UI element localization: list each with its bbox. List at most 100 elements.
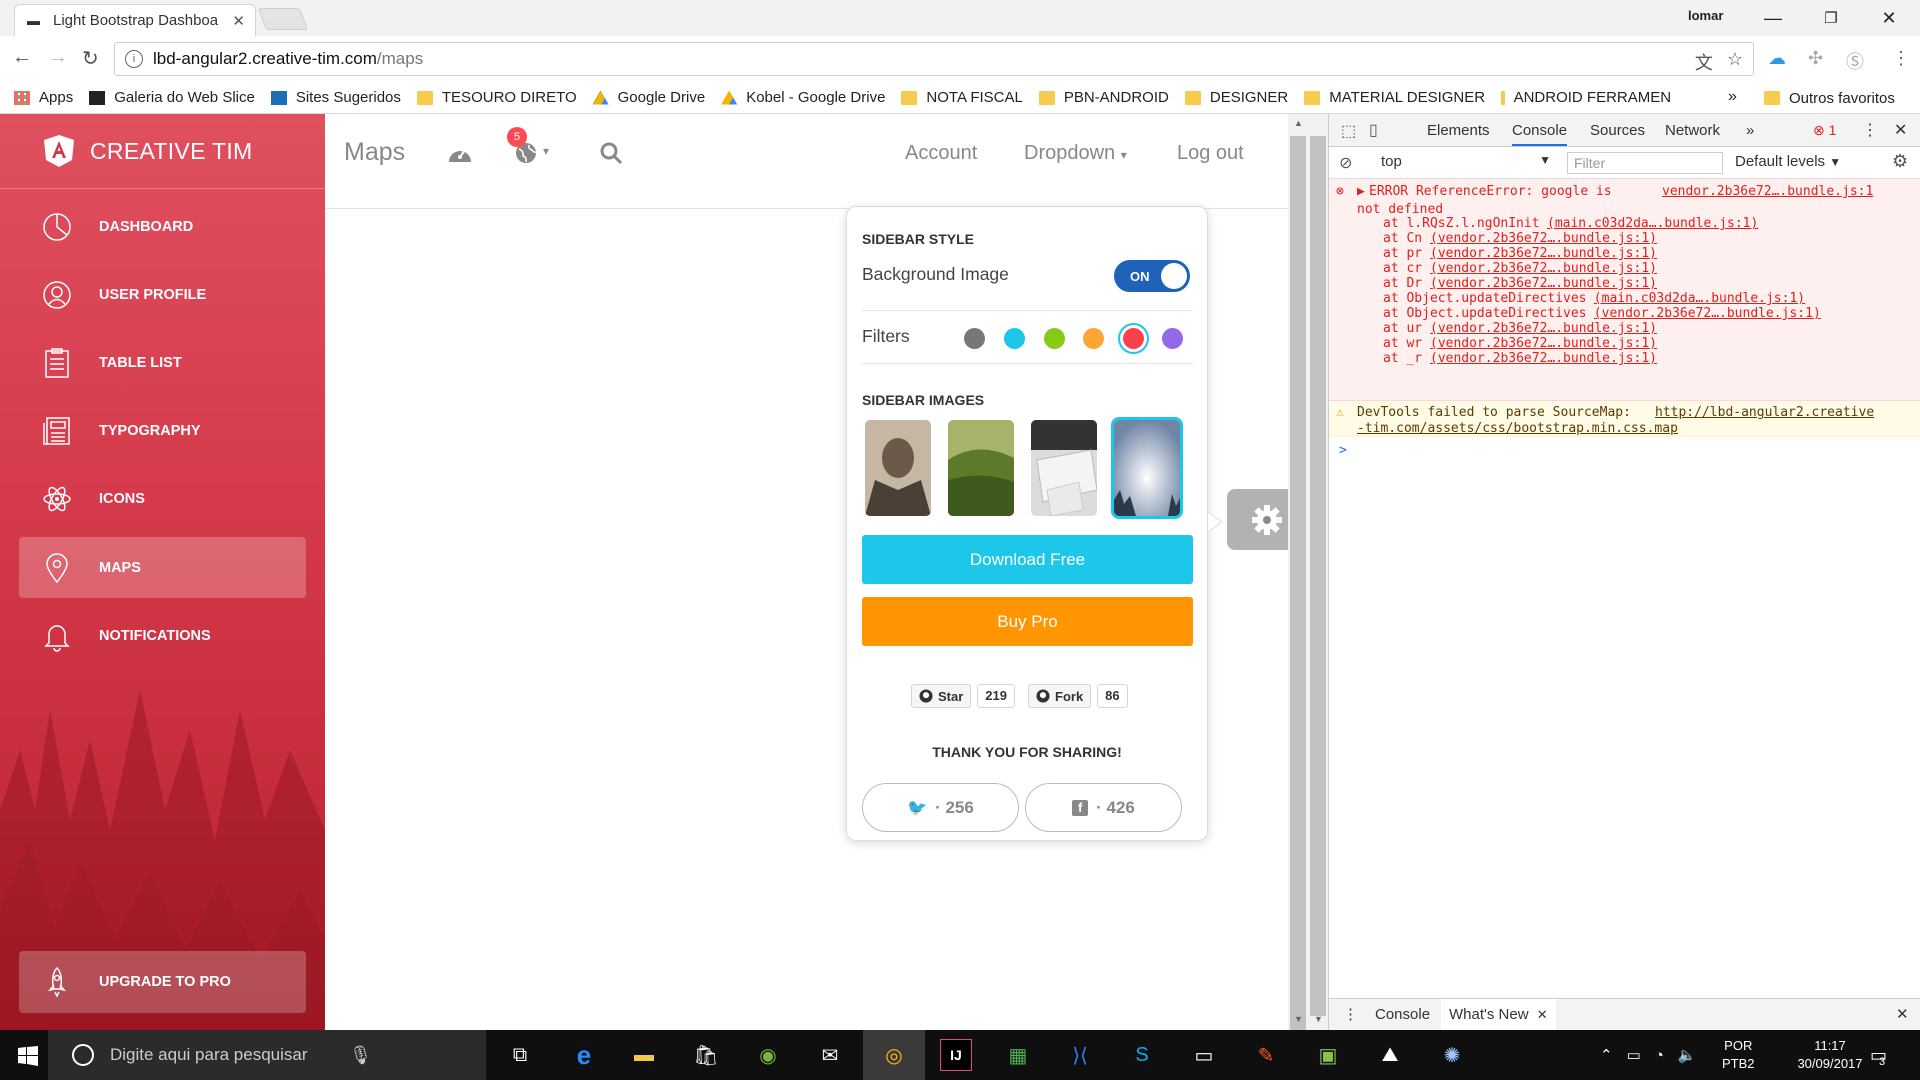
github-star-widget[interactable]: Star 219 [911,684,1015,708]
network-app-icon[interactable]: ✺ [1436,1039,1468,1071]
spreadsheet-icon[interactable]: ▦ [1002,1039,1034,1071]
windows-start-icon[interactable] [18,1046,38,1066]
sidebar-item-user-profile[interactable]: USER PROFILE [19,264,306,325]
bookmark-web-slice[interactable]: Galeria do Web Slice [89,89,255,106]
bookmark-tesouro[interactable]: TESOURO DIRETO [416,89,577,106]
stack-frame-link[interactable]: (main.c03d2da….bundle.js:1) [1547,216,1758,231]
search-icon[interactable] [599,141,623,165]
error-counter[interactable]: ⊗ 1 [1813,122,1836,139]
download-free-button[interactable]: Download Free [862,535,1193,584]
close-window-icon[interactable]: ✕ [1860,4,1918,32]
bookmark-android-ferramentas[interactable]: ANDROID FERRAMEN [1501,89,1671,106]
close-tab-icon[interactable]: ✕ [1537,1007,1548,1022]
action-center-button[interactable]: ▭ 3 [1870,1030,1887,1080]
drawer-tab-whats-new[interactable]: What's New ✕ [1441,999,1556,1031]
caret-down-icon[interactable]: ▾ [543,144,549,158]
scroll-down-icon[interactable]: ▼ [1294,1014,1303,1024]
filter-azure[interactable] [1004,328,1025,349]
stack-frame-link[interactable]: (vendor.2b36e72….bundle.js:1) [1430,276,1657,291]
info-icon[interactable]: i [125,50,143,68]
logout-link[interactable]: Log out [1177,142,1244,165]
error-source-link[interactable]: vendor.2b36e72….bundle.js:1 [1662,184,1873,199]
scrollbar-thumb[interactable] [1310,136,1326,1016]
bookmark-apps[interactable]: Apps [14,89,73,106]
cloud-extension-icon[interactable]: ☁ [1768,48,1786,69]
vscode-icon[interactable]: ⟩⟨ [1064,1039,1096,1071]
url-input[interactable]: i lbd-angular2.creative-tim.com/maps 文 ☆ [114,42,1754,76]
store-icon[interactable]: 🛍 [690,1039,722,1071]
device-toolbar-icon[interactable]: ▯ [1369,120,1378,140]
twitter-share-button[interactable]: 🐦 · 256 [862,783,1019,832]
intellij-icon[interactable]: IJ [940,1039,972,1071]
sourcemap-link[interactable]: http://lbd-angular2.creative [1655,405,1874,420]
forward-icon[interactable]: → [48,46,68,69]
new-tab-button[interactable] [257,8,309,30]
sourcemap-link-cont[interactable]: -tim.com/assets/css/bootstrap.min.css.ma… [1357,421,1678,436]
photos-icon[interactable]: ⛰ [1374,1039,1406,1071]
network-icon[interactable]: ◔ [1655,1047,1664,1064]
tab-elements[interactable]: Elements [1427,122,1490,139]
drawer-menu-icon[interactable]: ⋮ [1343,1005,1358,1023]
chrome-menu-icon[interactable]: ⋮ [1892,48,1910,69]
github-fork-widget[interactable]: Fork 86 [1028,684,1128,708]
bookmark-google-drive[interactable]: Google Drive [592,89,705,106]
clock[interactable]: 11:17 30/09/2017 [1790,1030,1870,1080]
stack-frame-link[interactable]: (vendor.2b36e72….bundle.js:1) [1430,351,1657,366]
restore-icon[interactable]: ❐ [1802,4,1860,32]
browser-tab[interactable]: ▬ Light Bootstrap Dashboa ✕ [14,4,256,36]
close-drawer-icon[interactable]: ✕ [1896,1005,1909,1023]
stack-frame-link[interactable]: (vendor.2b36e72….bundle.js:1) [1430,261,1657,276]
clear-console-icon[interactable]: ⊘ [1339,153,1352,173]
facebook-share-button[interactable]: f · 426 [1025,783,1182,832]
dropdown-link[interactable]: Dropdown ▾ [1024,142,1127,165]
back-icon[interactable]: ← [12,46,32,69]
bookmark-star-icon[interactable]: ☆ [1727,49,1743,75]
sidebar-item-icons[interactable]: ICONS [19,468,306,529]
bookmark-sites[interactable]: Sites Sugeridos [270,89,401,106]
filter-orange[interactable] [1083,328,1104,349]
sidebar-image-thumbnail-1[interactable] [862,417,934,519]
mail-icon[interactable]: ✉ [814,1039,846,1071]
input-language[interactable]: POR PTB2 [1722,1030,1755,1080]
dashboard-gauge-icon[interactable] [447,142,473,164]
chrome-icon[interactable]: ◎ [878,1039,910,1071]
log-levels-select[interactable]: Default levels ▼ [1735,153,1841,170]
scroll-up-icon[interactable]: ▲ [1294,118,1303,128]
stack-frame-link[interactable]: (vendor.2b36e72….bundle.js:1) [1430,246,1657,261]
scrollbar-thumb[interactable] [1290,136,1306,1044]
tab-console[interactable]: Console [1512,122,1568,146]
bookmark-designer[interactable]: DESIGNER [1184,89,1288,106]
page-scrollbar[interactable]: ▲ ▼ ▼ [1288,114,1328,1044]
context-select[interactable]: top ▼ [1381,153,1551,170]
translate-icon[interactable]: 文 [1695,49,1713,75]
console-filter-input[interactable]: Filter [1567,152,1723,174]
devtools-menu-icon[interactable]: ⋮ [1862,120,1878,140]
minimize-icon[interactable]: — [1744,4,1802,32]
stack-frame-link[interactable]: (main.c03d2da….bundle.js:1) [1594,291,1805,306]
taskbar-search-box[interactable]: Digite aqui para pesquisar 🎙 [48,1030,486,1080]
console-prompt-row[interactable]: > [1329,437,1920,467]
sidebar-item-table-list[interactable]: TABLE LIST [19,332,306,393]
bookmark-material[interactable]: MATERIAL DESIGNER [1304,89,1485,106]
buy-pro-button[interactable]: Buy Pro [862,597,1193,646]
battery-icon[interactable]: ▭ [1627,1046,1641,1064]
volume-icon[interactable]: 🔈 [1678,1046,1697,1064]
skype-icon[interactable]: S [1126,1039,1158,1071]
tab-network[interactable]: Network [1665,122,1720,139]
account-link[interactable]: Account [905,142,977,165]
paint-icon[interactable]: ✎ [1250,1039,1282,1071]
microphone-icon[interactable]: 🎙 [349,1045,372,1066]
expand-arrow-icon[interactable]: ▶ [1357,184,1365,199]
bookmarks-overflow-button[interactable]: » [1728,88,1737,106]
sidebar-item-dashboard[interactable]: DASHBOARD [19,196,306,257]
sidebar-item-maps[interactable]: MAPS [19,537,306,598]
reload-icon[interactable]: ↻ [82,46,99,71]
sidebar-item-notifications[interactable]: NOTIFICATIONS [19,605,306,666]
sidebar-image-thumbnail-2[interactable] [945,417,1017,519]
extension-icon[interactable]: ✣ [1808,48,1823,69]
tray-expand-icon[interactable]: ⌃ [1600,1046,1613,1064]
skype-extension-icon[interactable]: Ⓢ [1846,48,1864,74]
edge-icon[interactable]: e [568,1039,600,1071]
bookmark-pbn-android[interactable]: PBN-ANDROID [1038,89,1169,106]
other-bookmarks[interactable]: Outros favoritos [1764,82,1895,114]
